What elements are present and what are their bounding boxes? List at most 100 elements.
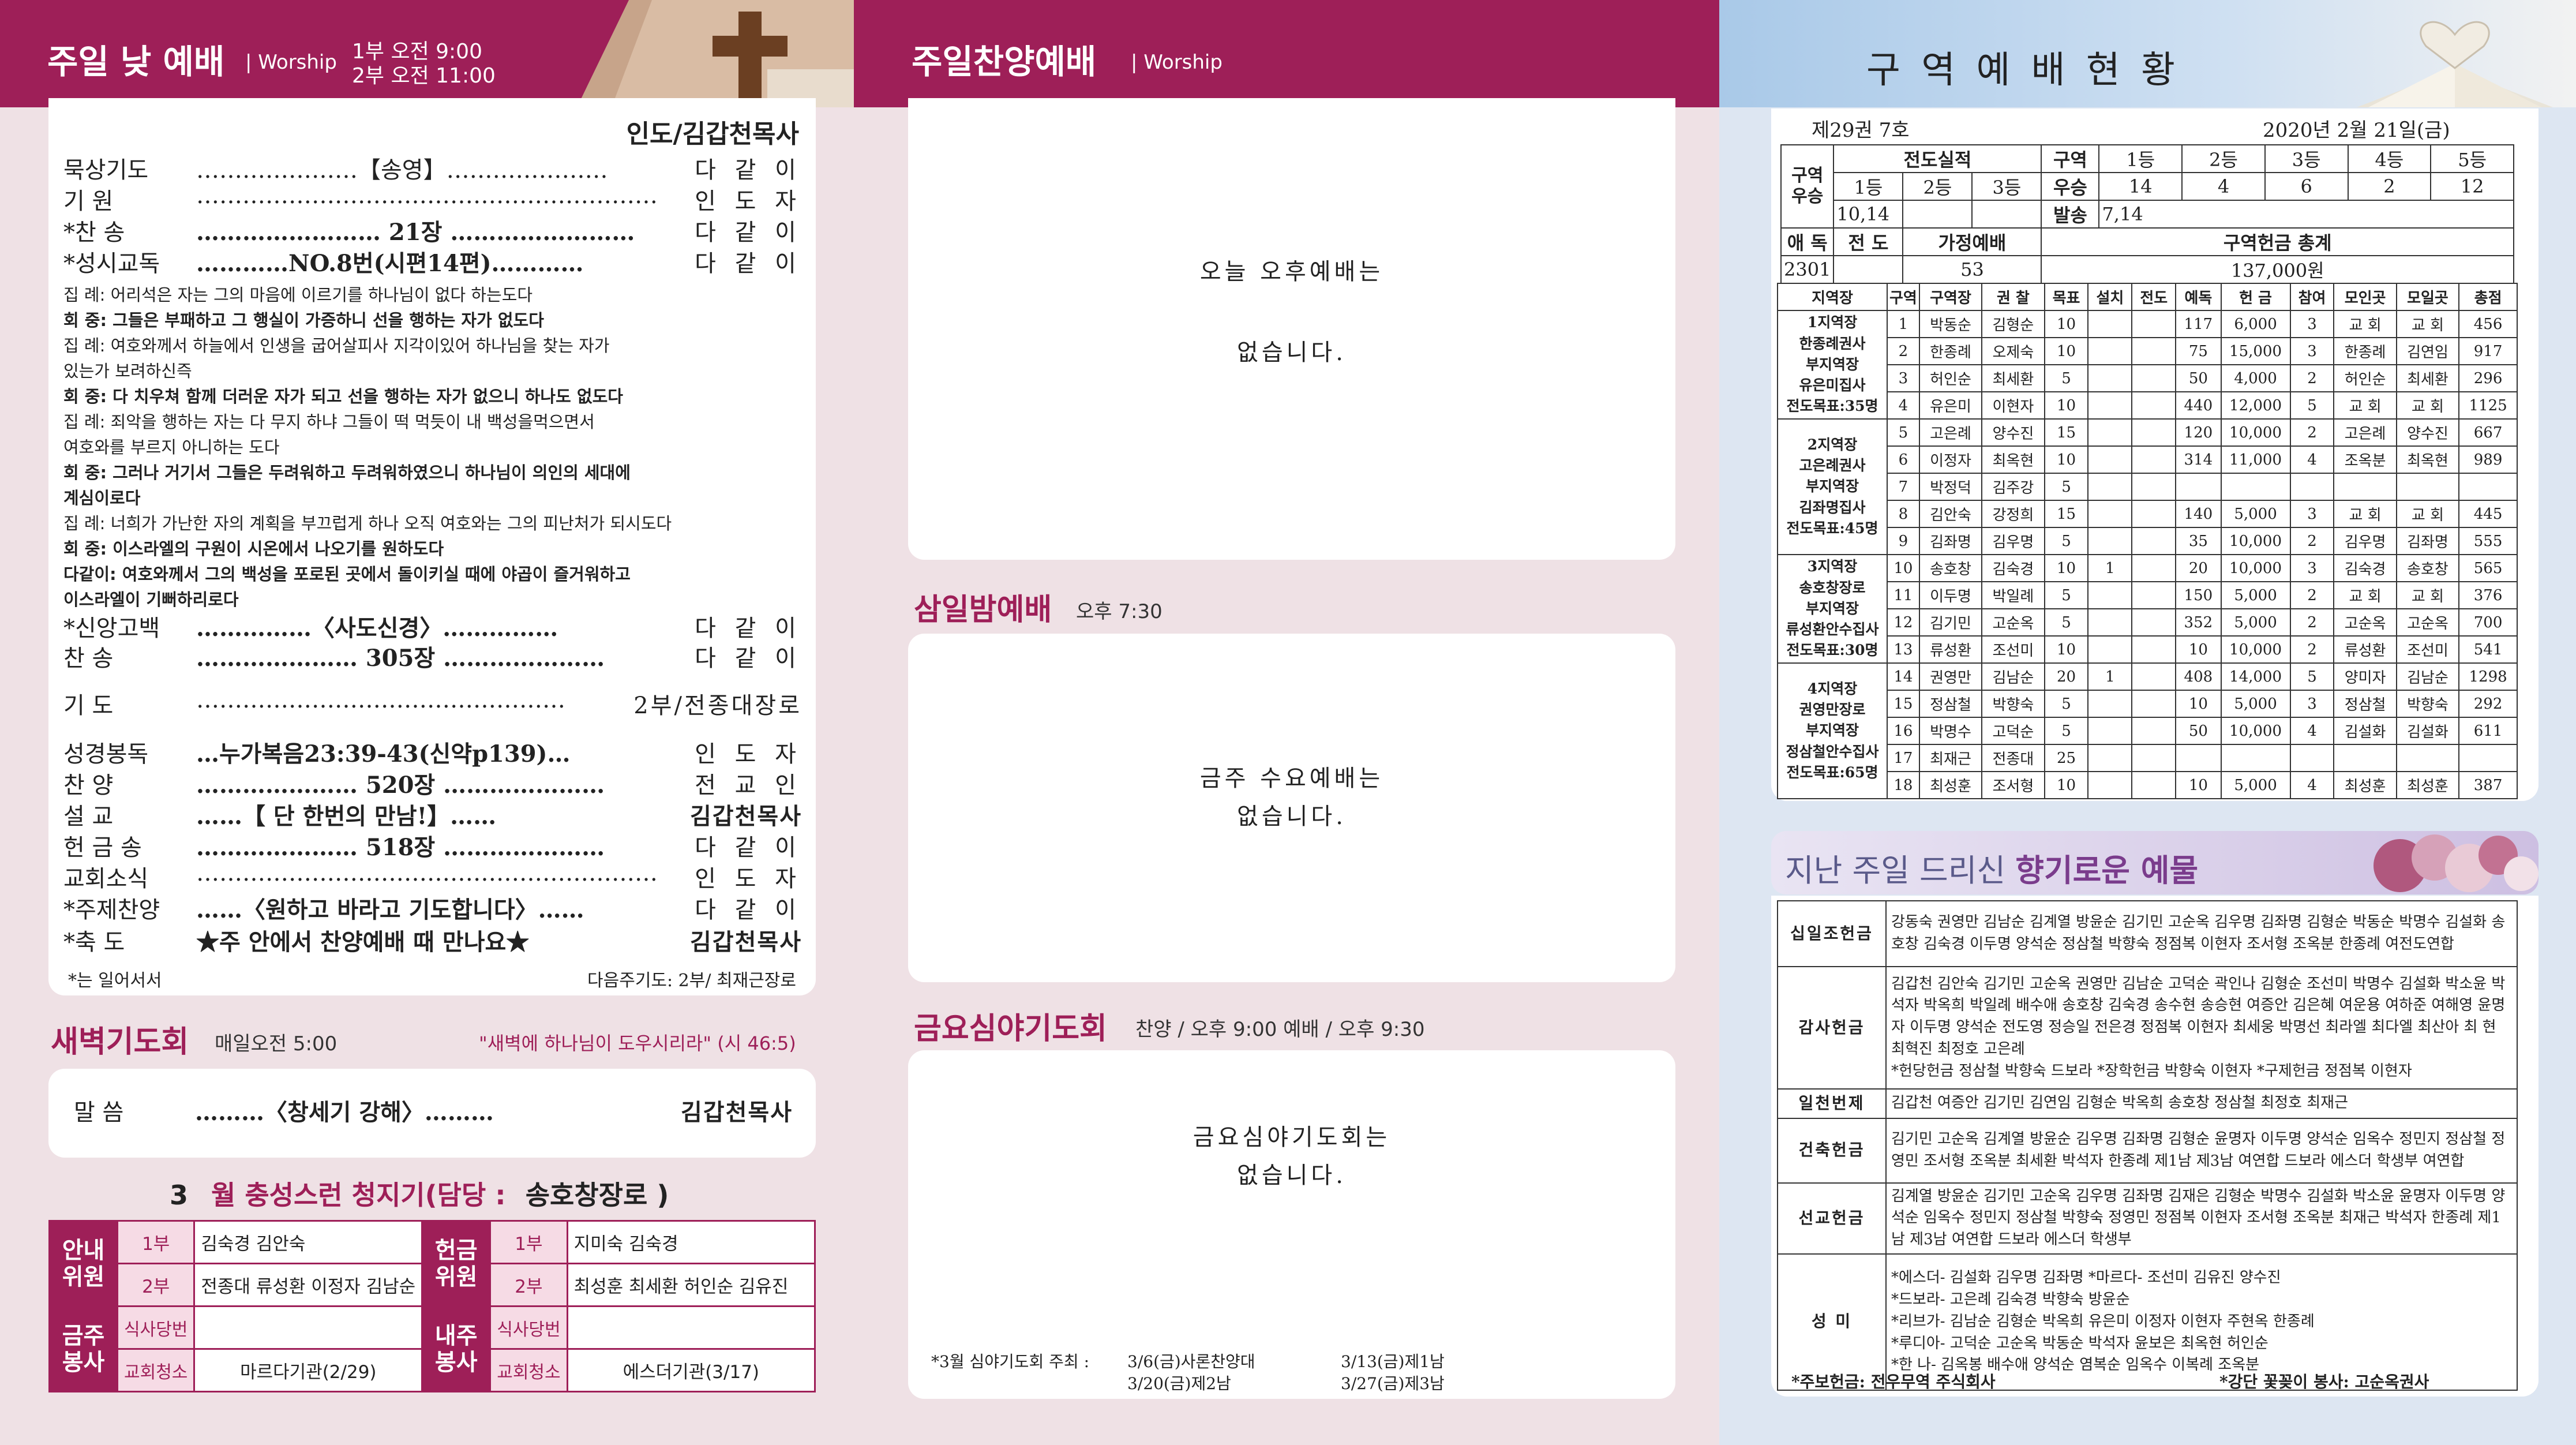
duty-offer-2: 최성훈 최세환 허인순 김유진 [566,1263,816,1307]
litany-line: 회 중: 다 치우쳐 함께 더러운 자가 되고 선을 행하는 자가 없으니 하나… [63,387,623,406]
evening-title: 주일찬양예배 [912,42,1097,81]
header-cell-report: 구 역 예 배 현 황 [1719,0,2576,107]
litany-line: 집 례: 여호와께서 하늘에서 인생을 굽어살피사 지각이있어 하나님을 찾는 … [63,336,610,355]
offering-title: 지난 주일 드리신 향기로운 예물 [1771,831,2538,894]
order-row: *성시교독 …………NO.8번(시편14편)………… 다 같 이 [63,250,802,277]
litany-line: 집 례: 죄악을 행하는 자는 다 무지 하냐 그들이 떡 먹듯이 내 백성을먹… [63,412,595,432]
litany-line: 이스라엘이 기뻐하리로다 [63,590,239,609]
duty-clean-next: 에스더기관(3/17) [566,1348,816,1392]
order-row: *신앙고백 ……………〈사도신경〉…………… 다 같 이 [63,615,802,642]
service-time-2: 2부 오전 11:00 [352,64,496,88]
table-row: 17 최재근 전종대 25 [1778,744,2518,772]
duty-clean-now: 마르다기관(2/29) [193,1348,423,1392]
table-row: 13 류성환 조선미 10 10 10,000 2 류성환 조선미 541 [1778,635,2518,664]
table-row: 3지역장 송호창장로 부지역장 류성환안수집사 전도목표:30명 10 송호창 김숙경… [1777,554,2518,664]
litany-line: 여호와를 부르지 아니하는 도다 [63,437,280,457]
worship-en-label: | Worship [1131,51,1223,74]
duty-offer-label: 헌금 위원 [421,1220,492,1307]
litany-line: 계심이로다 [63,488,141,508]
wed-title: 삼일밤예배 [914,593,1052,627]
offering-row: 선교헌금 김계열 방윤순 김기민 고순옥 김우명 김좌명 김재은 김형순 박명수 … [1777,1182,2518,1255]
cell-table: 지역장 구역 구역장 권 찰 목표 설치 전도 예독 헌 금 참여 모인곳 모일… [1777,283,2518,799]
order-row: 성경봉독 …누가복음23:39-43(신약p139)… 인 도 자 [63,740,802,768]
page-title: 주일 낮 예배 [47,42,225,81]
litany-line: 있는가 보려하신즉 [63,361,192,381]
table-row: 6 이정자 최옥현 10 314 11,000 4 조옥분 최옥현 989 [1778,446,2518,474]
order-row: 교회소식…………………………………………………… 인 도 자 [63,860,802,892]
header-sunday-worship: 주일 낮 예배 | Worship 1부 오전 9:00 2부 오전 11:00 [0,0,854,107]
wed-time: 오후 7:30 [1076,600,1163,623]
litany-line: 다같이: 여호와께서 그의 백성을 포로된 곳에서 돌이키실 때에 야곱이 즐거… [63,564,631,584]
table-row: 15 정삼철 박향숙 5 10 5,000 3 정삼철 박향숙 292 [1778,690,2518,718]
duty-naeju-label: 내주 봉사 [421,1305,492,1392]
table-row: 2지역장 고은례권사 부지역장 김좌명집사 전도목표:45명 5 고은례 양수진 15 1… [1777,418,2518,555]
evening-card: 오늘 오후예배는 없습니다. [908,98,1675,560]
fri-schedule: *3월 심야기도회 주최 : 3/6(금)사론찬양대 3/13(금)제1남 3/… [931,1352,1445,1393]
litany-line: 집 례: 어리석은 자는 그의 마음에 이르기를 하나님이 없다 하는도다 [63,285,533,305]
panel-evening-worship: 주일찬양예배 | Worship 오늘 오후예배는 없습니다. 삼일밤예배 오후… [854,0,1719,1445]
cell-group-leaders: 1지역장 한종례권사 부지역장 유은미집사 전도목표:35명 [1777,310,1888,420]
dawn-prayer-title: 새벽기도회 [51,1025,189,1060]
cell-group-leaders: 3지역장 송호창장로 부지역장 류성환안수집사 전도목표:30명 [1777,554,1888,664]
table-row: 3 허인순 최세환 5 50 4,000 2 허인순 최세환 296 [1778,364,2518,392]
report-title: 구 역 예 배 현 황 [1866,49,2180,92]
table-row: 2 한종례 오제숙 10 75 15,000 3 한종례 김연임 917 [1778,337,2518,365]
foot-right: *강단 꽃꽂이 봉사: 고순옥권사 [2219,1372,2429,1391]
order-row: 묵상기도 …………………【송영】………………… 다 같 이 [63,157,802,184]
footnote: *는 일어서서 [68,971,162,991]
duty-anne-label: 안내 위원 [48,1220,118,1307]
offering-row: 일천번제 김갑천 여증안 김기민 김연임 김형순 박옥희 송호창 정삼철 최정호 … [1777,1088,2518,1119]
duty-anne-1: 김숙경 김안숙 [193,1220,423,1264]
order-row: *주제찬양 ……〈원하고 바라고 기도합니다〉…… 다 같 이 [63,896,802,923]
table-row: 7 박정덕 김주강 5 [1778,473,2518,501]
order-row: 찬 송………………… 305장 ………………… 다 같 이 [63,645,802,672]
litany-line: 회 중: 그러나 거기서 그들은 두려워하고 두려워하였으니 하나님이 의인의 … [63,463,631,482]
header-evening-worship: 주일찬양예배 | Worship [854,0,1719,107]
cell-group-leaders: 2지역장 고은례권사 부지역장 김좌명집사 전도목표:45명 [1777,418,1888,555]
order-row: 기 원…………………………………………………… 인 도 자 [63,182,802,215]
litany-line: 집 례: 너희가 가난한 자의 계획을 부끄럽게 하나 오직 여호와는 그의 피… [63,514,672,533]
table-row: 4 유은미 이현자 10 440 12,000 5 교 회교 회 1125 [1778,391,2518,420]
offering-table: 십일조헌금 강동숙 권영만 김남순 김계열 방윤순 김기민 고순옥 김우명 김좌명… [1777,900,2518,1391]
order-row: 헌 금 송………………… 518장 ………………… 다 같 이 [63,834,802,861]
table-row: 9 김좌명 김우명 5 35 10,000 2 김우명 김좌명 555 [1778,527,2518,555]
cell-group-leaders: 4지역장 권영만장로 부지역장 정삼철안수집사 전도목표:65명 [1777,662,1888,799]
table-row: 16 박명수 고덕순 5 50 10,000 4 김설화 김설화 611 [1778,717,2518,745]
order-row: *찬 송…………………… 21장 …………………… 다 같 이 [63,219,802,246]
order-row: *축 도 ★주 안에서 찬양예배 때 만나요★ 김갑천목사 [63,929,802,956]
dawn-verse: "새벽에 하나님이 도우시리라" (시 46:5) [479,1032,796,1054]
offering-row: 건축헌금 김기민 고순옥 김계열 방윤순 김우명 김좌명 김형순 윤명자 이두명 … [1777,1117,2518,1184]
cell-table-head: 지역장 구역 구역장 권 찰 목표 설치 전도 예독 헌 금 참여 모인곳 모일… [1777,283,2518,311]
table-row: 18 최성훈 조서형 10 10 5,000 4 최성훈 최성훈 387 [1778,771,2518,799]
panel-sunday-worship: 주일 낮 예배 | Worship 1부 오전 9:00 2부 오전 11:00… [0,0,854,1445]
cross-photo-icon [577,0,854,107]
dawn-row: 말 씀 ………〈창세기 강해〉……… 김갑천목사 [74,1099,793,1126]
dawn-prayer-time: 매일오전 5:00 [215,1032,338,1055]
duty-anne-2: 전종대 류성환 이정자 김남순 [193,1263,423,1307]
issue-date: 2020년 2월 21일(금) [2263,119,2450,142]
litany-line: 회 중: 이스라엘의 구원이 시온에서 나오기를 원하도다 [63,539,444,559]
litany-line: 회 중: 그들은 부패하고 그 행실이 가증하니 선을 행하는 자가 없도다 [63,310,544,330]
offering-row: 감사헌금 김갑천 김안숙 김기민 고순옥 권영만 김남순 고덕순 곽인나 김형순 … [1777,966,2518,1090]
duty-offer-1: 지미숙 김숙경 [566,1220,816,1264]
table-row: 1지역장 한종례권사 부지역장 유은미집사 전도목표:35명 1 박동순 김형순 10 1… [1777,310,2518,420]
foot-left: *주보헌금: 전우무역 주식회사 [1791,1372,1996,1391]
leader: 인도/김갑천목사 [626,119,799,149]
summary-table: 구역 우승 전도실적 구역 1등 2등 3등 4등 5등 1등 2등 3등 우승… [1780,144,2514,284]
duty-table: 안내 위원 1부 김숙경 김안숙 헌금 위원 1부 지미숙 김숙경 2부 전종대… [48,1220,816,1392]
offering-row: 십일조헌금 강동숙 권영만 김남순 김계열 방윤순 김기민 고순옥 김우명 김좌명… [1777,900,2518,967]
table-row: 4지역장 권영만장로 부지역장 정삼철안수집사 전도목표:65명 14 권영만 김남순… [1777,662,2518,799]
wed-card: 금주 수요예배는 없습니다. [908,634,1675,982]
steward-title: 3월 충성스런 청지기(담당 : 송호창장로 ) [170,1180,669,1211]
book-photo-icon [2357,21,2553,107]
order-row: 찬 양………………… 520장 ………………… 전 교 인 [63,772,802,799]
panel-cell-report: 구 역 예 배 현 황 제29권 7호 2020년 2월 21일(금) 구역 우… [1719,0,2576,1445]
worship-en-label: | Worship [245,51,337,74]
table-row: 12 김기민 고순옥 5 352 5,000 2 고순옥 고순옥 700 [1778,608,2518,637]
duty-geumju-label: 금주 봉사 [48,1305,118,1392]
table-row: 8 김안숙 강정희 15 140 5,000 3 교 회교 회 445 [1778,500,2518,528]
table-row: 11 이두명 박일례 5 150 5,000 2 교 회교 회 376 [1778,581,2518,609]
order-row: 설 교 ……【 단 한번의 만남!】…… 김갑천목사 [63,803,802,830]
next-prayer: 다음주기도: 2부/ 최재근장로 [587,971,796,991]
fri-card: 금요심야기도회는 없습니다. *3월 심야기도회 주최 : 3/6(금)사론찬양… [908,1050,1675,1399]
